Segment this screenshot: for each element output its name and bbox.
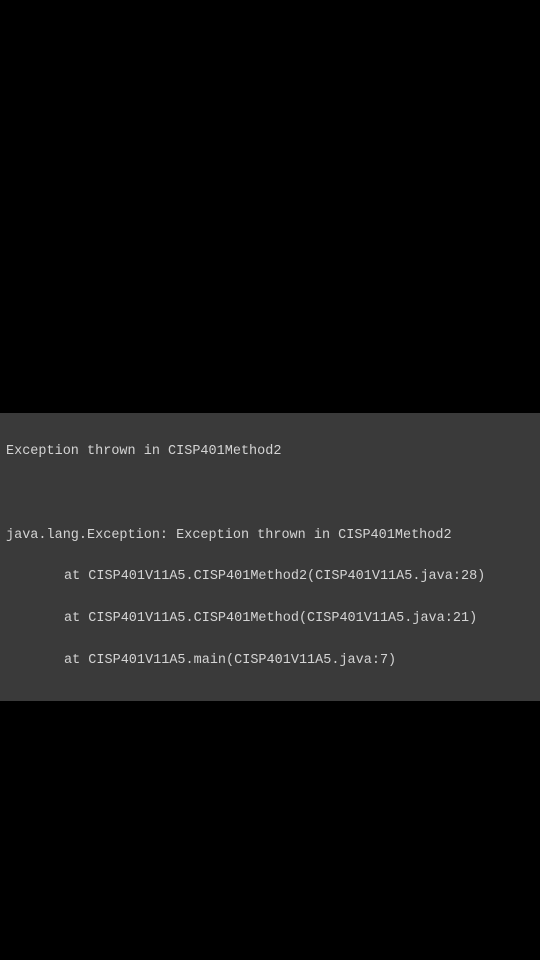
console-output: Exception thrown in CISP401Method2 java.… [0, 413, 540, 701]
console-blank-line [6, 484, 534, 505]
console-stacktrace-line: at CISP401V11A5.CISP401Method(CISP401V11… [6, 609, 534, 630]
console-stacktrace-line: at CISP401V11A5.main(CISP401V11A5.java:7… [6, 651, 534, 672]
console-line: Exception thrown in CISP401Method2 [6, 442, 534, 463]
console-line: java.lang.Exception: Exception thrown in… [6, 526, 534, 547]
console-stacktrace-line: at CISP401V11A5.CISP401Method2(CISP401V1… [6, 567, 534, 588]
